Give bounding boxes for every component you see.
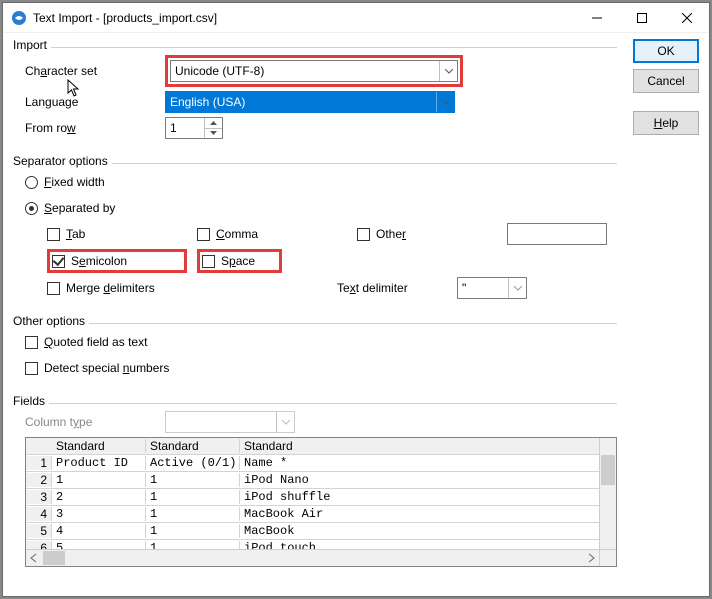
coltype-dropdown[interactable] (165, 411, 295, 433)
table-row: 431MacBook Air (26, 506, 616, 523)
textdelim-dropdown[interactable]: " (457, 277, 527, 299)
language-dropdown[interactable]: English (USA) (165, 91, 455, 113)
window-title: Text Import - [products_import.csv] (33, 11, 574, 25)
col-header[interactable]: Standard (146, 439, 240, 453)
table-row: 211iPod Nano (26, 472, 616, 489)
maximize-button[interactable] (619, 3, 664, 33)
quoted-field-checkbox[interactable]: Quoted field as text (25, 335, 147, 349)
space-checkbox[interactable]: Space (202, 254, 277, 268)
col-header[interactable]: Standard (52, 439, 146, 453)
ok-button[interactable]: OK (633, 39, 699, 63)
spinner-up-icon[interactable] (205, 118, 222, 129)
textdelim-label: Text delimiter (337, 281, 427, 295)
cancel-button[interactable]: Cancel (633, 69, 699, 93)
chevron-down-icon (508, 278, 526, 298)
vertical-scrollbar[interactable] (599, 438, 616, 549)
other-legend: Other options (13, 314, 89, 328)
horizontal-scrollbar[interactable] (26, 549, 599, 566)
dialog-window: Text Import - [products_import.csv] Impo… (2, 2, 710, 597)
charset-dropdown[interactable]: Unicode (UTF-8) (170, 60, 458, 82)
help-button[interactable]: Help (633, 111, 699, 135)
fromrow-spinner[interactable] (165, 117, 223, 139)
chevron-down-icon (439, 61, 457, 81)
separator-group: Separator options Fixed width Separated … (13, 155, 617, 309)
separator-legend: Separator options (13, 154, 112, 168)
app-icon (11, 10, 27, 26)
separated-by-radio[interactable]: Separated by (25, 201, 115, 215)
fields-group: Fields Column type Standard Standard Sta… (13, 395, 617, 586)
other-options-group: Other options Quoted field as text Detec… (13, 315, 617, 389)
tab-checkbox[interactable]: Tab (47, 227, 187, 241)
col-header[interactable]: Standard (240, 439, 616, 453)
semicolon-checkbox[interactable]: Semicolon (52, 254, 182, 268)
close-button[interactable] (664, 3, 709, 33)
language-label: Language (25, 95, 165, 109)
fromrow-label: From row (25, 121, 165, 135)
detect-numbers-checkbox[interactable]: Detect special numbers (25, 361, 169, 375)
coltype-label: Column type (25, 415, 165, 429)
spinner-down-icon[interactable] (205, 129, 222, 139)
import-legend: Import (13, 38, 51, 52)
fromrow-input[interactable] (166, 118, 204, 138)
merge-delimiters-checkbox[interactable]: Merge delimiters (47, 281, 307, 295)
fixed-width-radio[interactable]: Fixed width (25, 175, 105, 189)
table-row: 321iPod shuffle (26, 489, 616, 506)
minimize-button[interactable] (574, 3, 619, 33)
preview-table[interactable]: Standard Standard Standard 1Product IDAc… (25, 437, 617, 567)
comma-checkbox[interactable]: Comma (197, 227, 347, 241)
titlebar: Text Import - [products_import.csv] (3, 3, 709, 33)
import-group: Import Character set Unicode (UTF-8) (13, 39, 617, 149)
chevron-down-icon (436, 92, 454, 112)
table-row: 1Product IDActive (0/1)Name * (26, 455, 616, 472)
charset-label: Character set (25, 64, 165, 78)
other-checkbox[interactable]: Other (357, 227, 497, 241)
other-input[interactable] (507, 223, 607, 245)
fields-legend: Fields (13, 394, 49, 408)
table-row: 541MacBook (26, 523, 616, 540)
chevron-down-icon (276, 412, 294, 432)
